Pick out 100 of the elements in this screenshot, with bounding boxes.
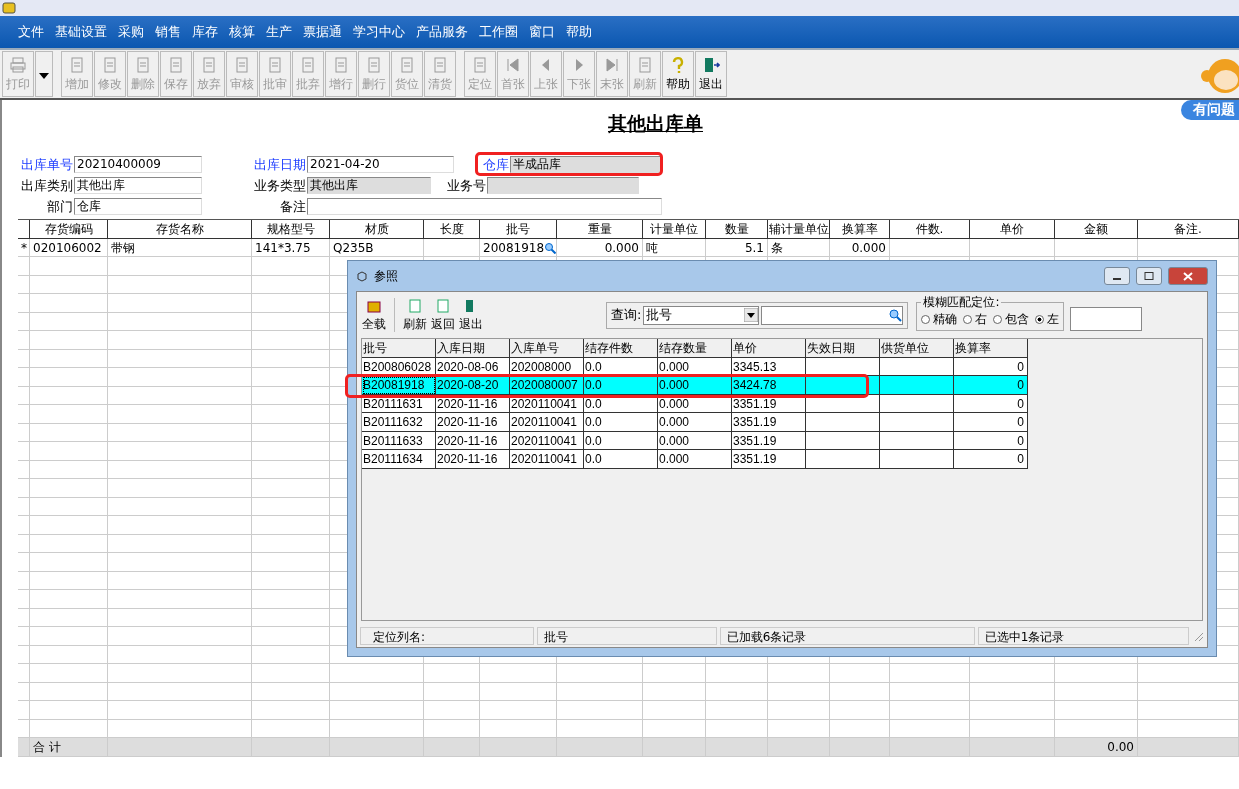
table-row[interactable]: B20111632 2020-11-16 2020110041 0.0 0.000 3351.19 0 [362, 413, 1028, 432]
help-badge[interactable]: 有问题 [1181, 100, 1239, 120]
maximize-button[interactable] [1136, 267, 1162, 285]
column-header[interactable]: 失效日期 [806, 339, 880, 358]
menu-item[interactable]: 库存 [192, 23, 218, 41]
input-field[interactable] [1070, 307, 1143, 331]
table-cell: 0.000 [830, 238, 890, 257]
column-header[interactable]: 金额 [1055, 220, 1138, 239]
status-text: 批号 [537, 627, 717, 645]
toolbar-button[interactable]: 全载 [361, 297, 387, 333]
radio-option[interactable]: 精确 [921, 310, 958, 328]
printer-icon [9, 55, 27, 74]
input-field[interactable] [487, 177, 639, 194]
table-cell: Q235B [330, 238, 424, 257]
table-row[interactable]: B20081918 2020-08-20 2020080007 0.0 0.000 3424.78 0 [362, 376, 1028, 395]
column-header[interactable]: 单价 [732, 339, 806, 358]
column-header[interactable]: 重量 [557, 220, 643, 239]
toolbar-button[interactable]: 帮助 [662, 51, 694, 97]
column-header[interactable]: 入库单号 [510, 339, 584, 358]
menu-item[interactable]: 窗口 [529, 23, 555, 41]
column-header[interactable]: 存货编码 [30, 220, 108, 239]
table-cell: B20081918 [362, 376, 436, 395]
menu-item[interactable]: 学习中心 [353, 23, 405, 41]
menu-item[interactable]: 采购 [118, 23, 144, 41]
menu-item[interactable]: 帮助 [566, 23, 592, 41]
input-field[interactable]: 其他出库 [74, 177, 202, 194]
toolbar-button[interactable]: 退出 [695, 51, 727, 97]
app-icon [2, 2, 16, 14]
column-header[interactable]: 长度 [424, 220, 480, 239]
menu-item[interactable]: 工作圈 [479, 23, 518, 41]
column-header[interactable]: 供货单位 [880, 339, 954, 358]
column-header[interactable]: 换算率 [954, 339, 1028, 358]
radio-option[interactable]: 右 [963, 310, 988, 328]
column-header[interactable]: 结存件数 [584, 339, 658, 358]
column-header[interactable]: 辅计量单位 [768, 220, 830, 239]
form-title: 其他出库单 [608, 111, 703, 136]
dropdown-button[interactable] [35, 51, 53, 97]
search-icon[interactable] [544, 242, 557, 254]
minimize-button[interactable] [1104, 267, 1130, 285]
menu-item[interactable]: 文件 [18, 23, 44, 41]
radio-option[interactable]: 包含 [993, 310, 1030, 328]
document-icon [167, 55, 185, 74]
arrow-icon [603, 55, 621, 74]
document-icon [365, 55, 383, 74]
menu-item[interactable]: 销售 [155, 23, 181, 41]
column-header[interactable]: 单价 [970, 220, 1055, 239]
table-cell: 0.0 [584, 413, 658, 432]
toolbar-button[interactable]: 返回 [430, 297, 456, 333]
menu-item[interactable]: 生产 [266, 23, 292, 41]
field-label: 出库类别 [20, 176, 74, 195]
toolbar-button[interactable]: 退出 [458, 297, 484, 333]
column-header[interactable]: 批号 [362, 339, 436, 358]
toolbar-button[interactable]: 刷新 [402, 297, 428, 333]
input-field[interactable]: 其他出库 [307, 177, 431, 194]
input-field[interactable]: 20210400009 [74, 156, 202, 173]
document-icon [101, 55, 119, 74]
query-dropdown[interactable]: 批号 [643, 305, 760, 325]
column-header[interactable]: 存货名称 [108, 220, 252, 239]
menu-item[interactable]: 票据通 [303, 23, 342, 41]
arrow-icon [504, 55, 522, 74]
cube-icon [356, 270, 368, 282]
table-cell: 20081918 [480, 238, 557, 257]
search-icon[interactable] [888, 308, 903, 322]
column-header[interactable]: 规格型号 [252, 220, 330, 239]
close-button[interactable] [1168, 267, 1208, 285]
search-field[interactable] [761, 305, 904, 325]
menu-item[interactable]: 基础设置 [55, 23, 107, 41]
menu-item[interactable]: 核算 [229, 23, 255, 41]
table-cell: 2020-11-16 [436, 450, 510, 469]
close-icon [1183, 271, 1193, 281]
table-cell: 2020110041 [510, 450, 584, 469]
menu-item[interactable]: 产品服务 [416, 23, 468, 41]
group-label: 模糊匹配定位: [922, 293, 1001, 311]
column-header[interactable]: 件数. [890, 220, 970, 239]
resize-grip-icon[interactable] [1192, 630, 1204, 642]
document-icon [233, 55, 251, 74]
input-field[interactable] [307, 198, 662, 215]
input-field[interactable]: 半成品库 [510, 156, 662, 173]
table-cell: 3424.78 [732, 376, 806, 395]
table-cell: 0.000 [658, 376, 732, 395]
column-header[interactable]: 换算率 [830, 220, 890, 239]
column-header[interactable]: 批号 [480, 220, 557, 239]
input-field[interactable]: 2021-04-20 [307, 156, 454, 173]
column-header[interactable] [18, 220, 30, 239]
table-row[interactable]: B20111634 2020-11-16 2020110041 0.0 0.000 3351.19 0 [362, 450, 1028, 469]
column-header[interactable]: 结存数量 [658, 339, 732, 358]
column-header[interactable]: 备注. [1138, 220, 1239, 239]
table-cell: 0.0 [584, 357, 658, 376]
table-cell: 0.00 [1055, 738, 1138, 757]
radio-option[interactable]: 左 [1035, 310, 1060, 328]
table-cell: 0.0 [584, 450, 658, 469]
table-cell: * [18, 238, 30, 257]
column-header[interactable]: 材质 [330, 220, 424, 239]
column-header[interactable]: 计量单位 [643, 220, 706, 239]
table-cell: 0 [954, 376, 1028, 395]
column-header[interactable]: 数量 [706, 220, 768, 239]
input-field[interactable]: 仓库 [74, 198, 202, 215]
column-header[interactable]: 入库日期 [436, 339, 510, 358]
table-cell: 202008000 [510, 357, 584, 376]
table-cell: 0.000 [557, 238, 643, 257]
